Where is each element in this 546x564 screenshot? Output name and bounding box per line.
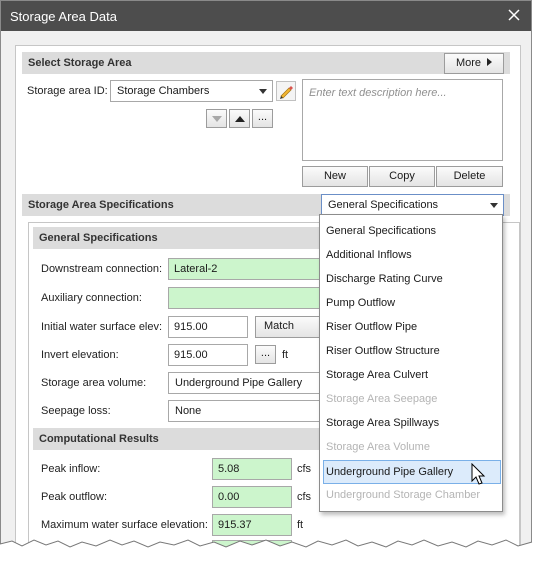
triangle-up-icon: [234, 116, 245, 122]
triangle-down-icon: [211, 116, 222, 122]
auxiliary-connection-field[interactable]: [168, 287, 328, 309]
dropdown-item[interactable]: Discharge Rating Curve: [320, 267, 502, 291]
computational-results-header: Computational Results: [33, 428, 319, 450]
peak-inflow-field: 5.08: [212, 458, 292, 480]
more-button[interactable]: More: [444, 53, 504, 74]
initial-water-surface-elev-label: Initial water surface elev:: [41, 321, 163, 333]
invert-elevation-browse-button[interactable]: ...: [255, 345, 276, 364]
invert-elevation-browse-label: ...: [260, 347, 271, 359]
title-bar: Storage Area Data: [1, 1, 531, 31]
seepage-loss-value: None: [175, 405, 202, 417]
dropdown-item-label: Underground Pipe Gallery: [326, 466, 454, 478]
previous-button[interactable]: [206, 109, 227, 128]
chevron-down-icon: [490, 203, 498, 208]
peak-outflow-field: 0.00: [212, 486, 292, 508]
max-water-surface-elevation-label: Maximum water surface elevation:: [41, 519, 208, 531]
dropdown-item-label: Discharge Rating Curve: [326, 273, 443, 285]
dropdown-item-label: General Specifications: [326, 225, 437, 237]
dropdown-item[interactable]: Pump Outflow: [320, 291, 502, 315]
dropdown-item-label: Riser Outflow Pipe: [326, 321, 418, 333]
computational-results-title: Computational Results: [39, 433, 159, 445]
downstream-connection-field[interactable]: Lateral-2: [168, 258, 328, 280]
invert-elevation-value: 915.00: [174, 349, 208, 361]
description-placeholder: Enter text description here...: [309, 87, 447, 99]
initial-water-surface-elev-value: 915.00: [174, 321, 208, 333]
dropdown-item[interactable]: Storage Area Culvert: [320, 363, 502, 387]
browse-button-label: ...: [257, 111, 268, 123]
general-specifications-header: General Specifications: [33, 227, 319, 249]
new-button-label: New: [323, 170, 346, 182]
mouse-cursor-icon: [471, 463, 486, 485]
peak-outflow-label: Peak outflow:: [41, 491, 108, 503]
match-invert-button-label: Match Invert: [264, 320, 294, 332]
select-storage-area-header: Select Storage Area: [22, 52, 510, 74]
invert-elevation-unit: ft: [282, 349, 289, 361]
dropdown-item[interactable]: General Specifications: [320, 219, 502, 243]
storage-area-id-select[interactable]: Storage Chambers: [110, 80, 273, 102]
peak-inflow-unit: cfs: [297, 463, 312, 475]
peak-outflow-unit: cfs: [297, 491, 312, 503]
match-invert-button[interactable]: Match Invert: [255, 316, 325, 338]
description-textarea[interactable]: Enter text description here...: [302, 79, 503, 161]
delete-button-label: Delete: [453, 170, 486, 182]
dropdown-item-disabled: Storage Area Volume: [320, 435, 502, 459]
storage-area-id-value: Storage Chambers: [117, 85, 210, 97]
downstream-connection-label: Downstream connection:: [41, 263, 163, 275]
next-button[interactable]: [229, 109, 250, 128]
initial-water-surface-elev-input[interactable]: 915.00: [168, 316, 248, 338]
storage-area-volume-select[interactable]: Underground Pipe Gallery: [168, 372, 328, 394]
dropdown-item[interactable]: Riser Outflow Pipe: [320, 315, 502, 339]
close-icon[interactable]: [505, 6, 523, 24]
chevron-down-icon: [259, 89, 267, 94]
dropdown-item[interactable]: Riser Outflow Structure: [320, 339, 502, 363]
storage-area-id-label: Storage area ID:: [27, 85, 108, 97]
specifications-type-select[interactable]: General Specifications: [321, 194, 504, 216]
storage-area-volume-label: Storage area volume:: [41, 377, 147, 389]
more-button-label: More: [455, 57, 481, 69]
storage-area-dialog: Storage Area Data Select Storage Area Mo…: [0, 0, 532, 556]
peak-outflow-value: 0.00: [218, 491, 240, 503]
dropdown-item-disabled: Storage Area Seepage: [320, 387, 502, 411]
copy-button-label: Copy: [389, 170, 415, 182]
auxiliary-connection-label: Auxiliary connection:: [41, 292, 142, 304]
dropdown-item-label: Storage Area Seepage: [326, 393, 438, 405]
window-title: Storage Area Data: [10, 9, 117, 24]
dropdown-item[interactable]: Storage Area Spillways: [320, 411, 502, 435]
pencil-icon[interactable]: [276, 81, 296, 101]
browse-button[interactable]: ...: [252, 109, 273, 128]
storage-area-volume-value: Underground Pipe Gallery: [175, 377, 303, 389]
general-specifications-title: General Specifications: [39, 232, 158, 244]
dropdown-item-label: Storage Area Spillways: [326, 417, 440, 429]
storage-area-specifications-title: Storage Area Specifications: [28, 199, 174, 211]
downstream-connection-value: Lateral-2: [174, 263, 218, 275]
torn-edge-decoration: [0, 539, 546, 564]
delete-button[interactable]: Delete: [436, 166, 503, 187]
peak-inflow-label: Peak inflow:: [41, 463, 101, 475]
new-button[interactable]: New: [302, 166, 368, 187]
max-water-surface-elevation-value: 915.37: [218, 519, 252, 531]
dropdown-item-label: Riser Outflow Structure: [326, 345, 440, 357]
select-storage-area-title: Select Storage Area: [28, 57, 132, 69]
dropdown-item-label: Additional Inflows: [326, 249, 412, 261]
invert-elevation-label: Invert elevation:: [41, 349, 119, 361]
max-water-surface-elevation-unit: ft: [297, 519, 304, 531]
copy-button[interactable]: Copy: [369, 166, 435, 187]
specifications-type-value: General Specifications: [328, 199, 439, 211]
dropdown-item-label: Storage Area Volume: [326, 441, 430, 453]
peak-inflow-value: 5.08: [218, 463, 240, 475]
play-right-icon: [487, 58, 493, 66]
seepage-loss-select[interactable]: None: [168, 400, 328, 422]
dropdown-item[interactable]: Additional Inflows: [320, 243, 502, 267]
dropdown-item-label: Pump Outflow: [326, 297, 396, 309]
dropdown-item-label: Storage Area Culvert: [326, 369, 429, 381]
seepage-loss-label: Seepage loss:: [41, 405, 111, 417]
invert-elevation-input[interactable]: 915.00: [168, 344, 248, 366]
dropdown-item-label: Underground Storage Chamber: [326, 489, 481, 501]
